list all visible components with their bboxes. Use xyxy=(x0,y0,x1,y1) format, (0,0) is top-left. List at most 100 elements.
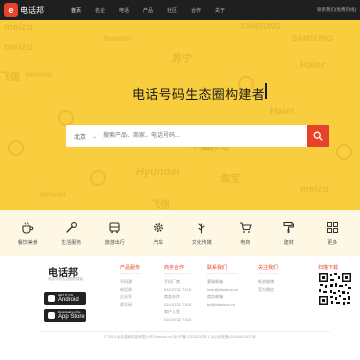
city-selector[interactable]: 北京 xyxy=(74,132,92,141)
brand-watermark: 飞信 xyxy=(0,72,20,83)
brand-watermark: Haier xyxy=(270,106,296,117)
brand-watermark: Hyundai xyxy=(136,166,180,178)
brand-watermark: meizu xyxy=(4,42,33,53)
brand-watermark-circle xyxy=(8,140,24,156)
footer-link[interactable]: 电话邦 xyxy=(120,286,140,294)
footer-text: 商务邮箱 xyxy=(207,294,223,299)
search-bar: 北京 ⌄ xyxy=(66,125,329,147)
hero-banner: meizu SAMSUNG SAMSUNG meizu huawei lenov… xyxy=(0,20,360,210)
category-item[interactable]: 生活服务 xyxy=(54,220,88,246)
brand-watermark: lenovo xyxy=(26,70,52,79)
search-input[interactable] xyxy=(103,125,307,147)
brand-watermark: meizu xyxy=(300,184,329,195)
brand-watermark: SAMSUNG xyxy=(292,34,333,43)
category-label: 建材 xyxy=(283,240,294,246)
category-label: 文化传媒 xyxy=(191,240,212,246)
footer-text: 手机厂商 xyxy=(164,279,180,284)
category-label: 更多 xyxy=(327,240,338,246)
logo-mark: e xyxy=(4,3,18,17)
qr-title: 扫描下载 xyxy=(318,265,339,271)
category-item[interactable]: 建材 xyxy=(272,220,306,246)
footer-col-title: 联系我们 xyxy=(207,264,239,274)
brand-watermark: meizu xyxy=(4,22,33,33)
copyright: © 2015 北京羲和科技有限公司 Dianhua.cn 京ICP备 12034… xyxy=(104,335,256,339)
contact-link[interactable]: 联系我们(免费热线) xyxy=(317,7,356,13)
brand-watermark: lenovo xyxy=(40,190,66,199)
store-big-text: App Store xyxy=(58,314,85,320)
apple-icon xyxy=(48,312,55,319)
footer-tagline: 电话号码生态圈构建者 xyxy=(48,277,83,281)
email-link[interactable]: help@dianhua.cn xyxy=(207,286,238,294)
footer-col-title: 商务合作 xyxy=(164,264,191,274)
footer-divider xyxy=(40,331,330,332)
leaf-icon xyxy=(195,220,209,234)
brand-watermark-circle xyxy=(90,170,106,186)
footer-link[interactable]: 新浪微博 xyxy=(258,278,278,286)
category-item[interactable]: 汽车 xyxy=(141,220,175,246)
footer-text: 010-5732 7318 xyxy=(164,301,191,307)
android-icon xyxy=(48,295,55,302)
paint-roller-icon xyxy=(282,220,296,234)
text-caret xyxy=(265,83,267,99)
category-label: 旅游出行 xyxy=(104,240,125,246)
category-item[interactable]: 餐饮美食 xyxy=(11,220,45,246)
footer-text: 客服邮箱 xyxy=(207,279,223,284)
brand-watermark: Haier xyxy=(300,60,326,71)
nav-item-7[interactable]: 关于 xyxy=(208,7,232,14)
search-icon xyxy=(313,131,323,141)
footer-col-products: 产品服务 号码通 电话邦 企业号 邦号码 xyxy=(120,264,141,309)
nav-item-6[interactable]: 合作 xyxy=(184,7,208,14)
category-item[interactable]: 文化传媒 xyxy=(185,220,219,246)
brand-watermark-circle xyxy=(336,144,352,160)
footer-text: 商户入驻 xyxy=(164,309,180,314)
logo-text: 电话邦 xyxy=(20,5,44,15)
category-item[interactable]: 旅游出行 xyxy=(98,220,132,246)
category-item[interactable]: 电商 xyxy=(228,220,262,246)
cart-icon xyxy=(238,220,252,234)
site-logo[interactable]: e 电话邦 xyxy=(4,3,44,17)
brand-watermark: 飞信 xyxy=(150,200,170,210)
footer-col-business: 商务合作 手机厂商 010-5732 7318 商务合作 010-5732 73… xyxy=(164,264,191,323)
footer-link[interactable]: 号码通 xyxy=(120,278,140,286)
footer-text: 商务合作 xyxy=(164,294,180,299)
qr-code-image xyxy=(318,272,352,306)
footer-col-follow: 关注我们 新浪微博 官方微信 xyxy=(258,264,279,294)
android-download-button[interactable]: GET IT ON Android xyxy=(44,292,86,305)
category-label: 电商 xyxy=(240,240,251,246)
more-icon xyxy=(325,220,339,234)
category-label: 生活服务 xyxy=(61,240,82,246)
footer-col-title: 产品服务 xyxy=(120,264,141,274)
site-footer: 电话邦 电话号码生态圈构建者 GET IT ON Android Downloa… xyxy=(0,256,360,360)
nav-item-home[interactable]: 首页 xyxy=(64,7,88,14)
search-button[interactable] xyxy=(307,125,329,147)
footer-link[interactable]: 邦号码 xyxy=(120,301,140,309)
footer-text: 010-5732 7318 xyxy=(164,286,191,292)
category-label: 餐饮美食 xyxy=(17,240,38,246)
footer-text: 010-5732 7318 xyxy=(164,316,191,322)
brand-watermark: huawei xyxy=(104,34,132,43)
nav-item-4[interactable]: 产品 xyxy=(136,7,160,14)
top-nav-bar: e 电话邦 首页 名企 电话 产品 社区 合作 关于 联系我们(免费热线) xyxy=(0,0,360,20)
footer-col-contact: 联系我们 客服邮箱 help@dianhua.cn 商务邮箱 bd@dianhu… xyxy=(207,264,239,309)
email-link[interactable]: bd@dianhua.cn xyxy=(207,301,238,309)
brand-watermark: 苏宁 xyxy=(172,54,192,65)
store-big-text: Android xyxy=(58,297,79,303)
hero-slogan: 电话号码生态圈构建者 xyxy=(132,88,266,103)
nav-item-3[interactable]: 电话 xyxy=(112,7,136,14)
brand-watermark: 淘宝 xyxy=(220,174,240,185)
category-label: 汽车 xyxy=(153,240,164,246)
car-icon xyxy=(108,220,122,234)
main-nav: 首页 名企 电话 产品 社区 合作 关于 xyxy=(64,7,232,14)
category-bar: 餐饮美食 生活服务 旅游出行 汽车 文化传媒 电商 建材 更多 xyxy=(0,210,360,256)
nav-item-5[interactable]: 社区 xyxy=(160,7,184,14)
category-item[interactable]: 更多 xyxy=(315,220,349,246)
gear-icon xyxy=(151,220,165,234)
footer-link[interactable]: 企业号 xyxy=(120,293,140,301)
footer-link[interactable]: 官方微信 xyxy=(258,286,278,294)
ios-download-button[interactable]: Download on the App Store xyxy=(44,309,86,322)
chevron-down-icon[interactable]: ⌄ xyxy=(92,133,97,140)
brand-watermark: SAMSUNG xyxy=(240,22,281,31)
brand-watermark-circle xyxy=(58,110,74,126)
coffee-cup-icon xyxy=(21,220,35,234)
nav-item-2[interactable]: 名企 xyxy=(88,7,112,14)
